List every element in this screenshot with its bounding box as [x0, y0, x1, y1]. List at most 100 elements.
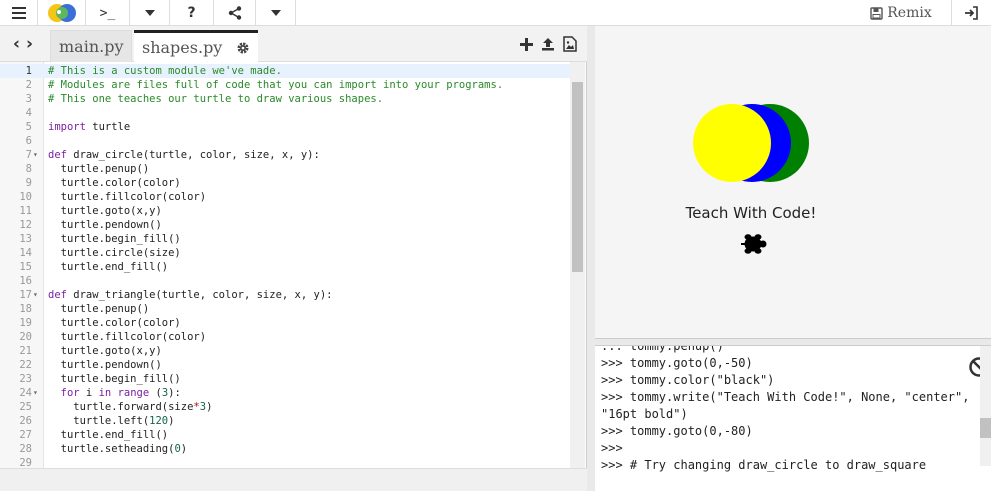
line-number: 23 — [19, 373, 32, 385]
code-line[interactable]: 18 turtle.penup() — [0, 302, 570, 316]
code-line[interactable]: 23 turtle.begin_fill() — [0, 372, 570, 386]
code-line[interactable]: 7 ▾ def draw_circle(turtle, color, size, x… — [0, 148, 570, 162]
chevron-right-icon[interactable]: › — [26, 34, 33, 54]
python-logo-button[interactable] — [38, 0, 86, 26]
code-text: turtle.setheading(0) — [48, 442, 187, 456]
code-line[interactable]: 17 ▾ def draw_triangle(turtle, color, size… — [0, 288, 570, 302]
code-text: turtle.goto(x,y) — [48, 204, 162, 218]
run-dropdown-button[interactable] — [130, 0, 170, 26]
code-text: for i in range (3): — [48, 386, 181, 400]
code-line[interactable]: 21 turtle.goto(x,y) — [0, 344, 570, 358]
tab-navigation: ‹ › — [0, 26, 46, 62]
code-line[interactable]: 10 turtle.fillcolor(color) — [0, 190, 570, 204]
editor-horizontal-scrollbar[interactable] — [0, 468, 587, 491]
code-line[interactable]: 29 — [0, 456, 570, 468]
console-line: >>> tommy.goto(0,-80) — [601, 424, 753, 438]
code-token: # This is a custom module we've made. — [48, 65, 282, 77]
code-token: def — [48, 289, 67, 301]
code-line[interactable]: 15 turtle.end_fill() — [0, 260, 570, 274]
gear-icon[interactable] — [236, 41, 250, 55]
code-line[interactable]: 6 — [0, 134, 570, 148]
console-icon: >_ — [99, 5, 116, 21]
chevron-left-icon[interactable]: ‹ — [13, 34, 20, 54]
code-line[interactable]: 27 turtle.end_fill() — [0, 428, 570, 442]
code-token: import — [48, 121, 86, 133]
code-line[interactable]: 2 # Modules are files full of code that y… — [0, 78, 570, 92]
horizontal-splitter[interactable] — [595, 338, 991, 346]
python-logo-icon — [47, 4, 76, 22]
plus-icon[interactable] — [520, 37, 533, 51]
turtle-output-pane: Teach With Code! — [595, 26, 991, 338]
code-token: turtle.forward(size — [48, 401, 194, 413]
tab-main-py[interactable]: main.py — [50, 30, 132, 62]
code-line[interactable]: 16 — [0, 274, 570, 288]
code-line[interactable]: 5 import turtle — [0, 120, 570, 134]
code-token: ) — [168, 415, 175, 427]
code-token: ( — [149, 387, 162, 399]
line-number: 5 — [25, 121, 32, 133]
code-line[interactable]: 12 turtle.pendown() — [0, 218, 570, 232]
remix-button[interactable]: Remix — [858, 0, 944, 26]
code-area[interactable]: 1 # This is a custom module we've made. 2 #… — [0, 62, 587, 468]
code-token: # Modules are files full of code that yo… — [48, 79, 504, 91]
file-tab-bar: ‹ › main.py shapes.py — [0, 26, 587, 62]
share-dropdown-button[interactable] — [256, 0, 296, 26]
help-button[interactable]: ? — [170, 0, 214, 26]
code-line[interactable]: 24 ▾ for i in range (3): — [0, 386, 570, 400]
line-number: 16 — [19, 275, 32, 287]
upload-icon[interactable] — [541, 37, 555, 51]
code-line[interactable]: 4 — [0, 106, 570, 120]
code-text: turtle.penup() — [48, 162, 150, 176]
share-button[interactable] — [214, 0, 256, 26]
code-token: turtle.fillcolor(color) — [48, 191, 207, 203]
code-token: turtle.end_fill() — [48, 261, 169, 273]
code-line[interactable]: 22 turtle.pendown() — [0, 358, 570, 372]
code-line[interactable]: 25 turtle.forward(size*3) — [0, 400, 570, 414]
login-button[interactable] — [951, 0, 991, 26]
code-line[interactable]: 28 turtle.setheading(0) — [0, 442, 570, 456]
code-line[interactable]: 3 # This one teaches our turtle to draw v… — [0, 92, 570, 106]
fold-caret-icon[interactable]: ▾ — [33, 288, 43, 302]
code-token: turtle.color(color) — [48, 177, 181, 189]
console-pane[interactable]: ... tommy.penup() >>> tommy.goto(0,-50) >>… — [595, 346, 991, 491]
console-button[interactable]: >_ — [86, 0, 130, 26]
tab-actions — [520, 26, 577, 62]
code-line[interactable]: 26 turtle.left(120) — [0, 414, 570, 428]
code-text: turtle.color(color) — [48, 176, 181, 190]
code-line[interactable]: 1 # This is a custom module we've made. — [0, 64, 570, 78]
fold-caret-icon[interactable]: ▾ — [33, 386, 43, 400]
code-text: turtle.begin_fill() — [48, 372, 181, 386]
code-line[interactable]: 14 turtle.circle(size) — [0, 246, 570, 260]
line-number: 12 — [19, 219, 32, 231]
code-token: # This one teaches our turtle to draw va… — [48, 93, 384, 105]
code-text: turtle.forward(size*3) — [48, 400, 212, 414]
code-text: turtle.left(120) — [48, 414, 174, 428]
console-vertical-scrollbar[interactable] — [980, 346, 991, 466]
fold-caret-icon[interactable]: ▾ — [33, 148, 43, 162]
code-text: turtle.goto(x,y) — [48, 344, 162, 358]
tab-shapes-py[interactable]: shapes.py — [134, 30, 258, 62]
code-token: def — [48, 149, 67, 161]
code-token: turtle.circle(size) — [48, 247, 181, 259]
hamburger-menu-button[interactable] — [0, 0, 38, 26]
code-line[interactable]: 13 turtle.begin_fill() — [0, 232, 570, 246]
line-number: 1 — [25, 65, 32, 77]
editor-vertical-scrollbar[interactable] — [570, 62, 585, 468]
code-text: def draw_triangle(turtle, color, size, x… — [48, 288, 332, 302]
vertical-splitter[interactable] — [587, 26, 595, 491]
code-line[interactable]: 11 turtle.goto(x,y) — [0, 204, 570, 218]
code-line[interactable]: 8 turtle.penup() — [0, 162, 570, 176]
scrollbar-thumb[interactable] — [980, 418, 991, 438]
code-token: turtle.pendown() — [48, 359, 162, 371]
scrollbar-thumb[interactable] — [572, 82, 583, 272]
console-line: "16pt bold") — [601, 407, 688, 421]
code-line[interactable]: 19 turtle.color(color) — [0, 316, 570, 330]
code-token: turtle.begin_fill() — [48, 233, 181, 245]
image-file-icon[interactable] — [563, 36, 577, 52]
code-token: i — [79, 387, 99, 399]
code-line[interactable]: 20 turtle.fillcolor(color) — [0, 330, 570, 344]
line-number: 18 — [19, 303, 32, 315]
code-token: in — [98, 387, 112, 399]
code-text: turtle.fillcolor(color) — [48, 190, 206, 204]
code-line[interactable]: 9 turtle.color(color) — [0, 176, 570, 190]
